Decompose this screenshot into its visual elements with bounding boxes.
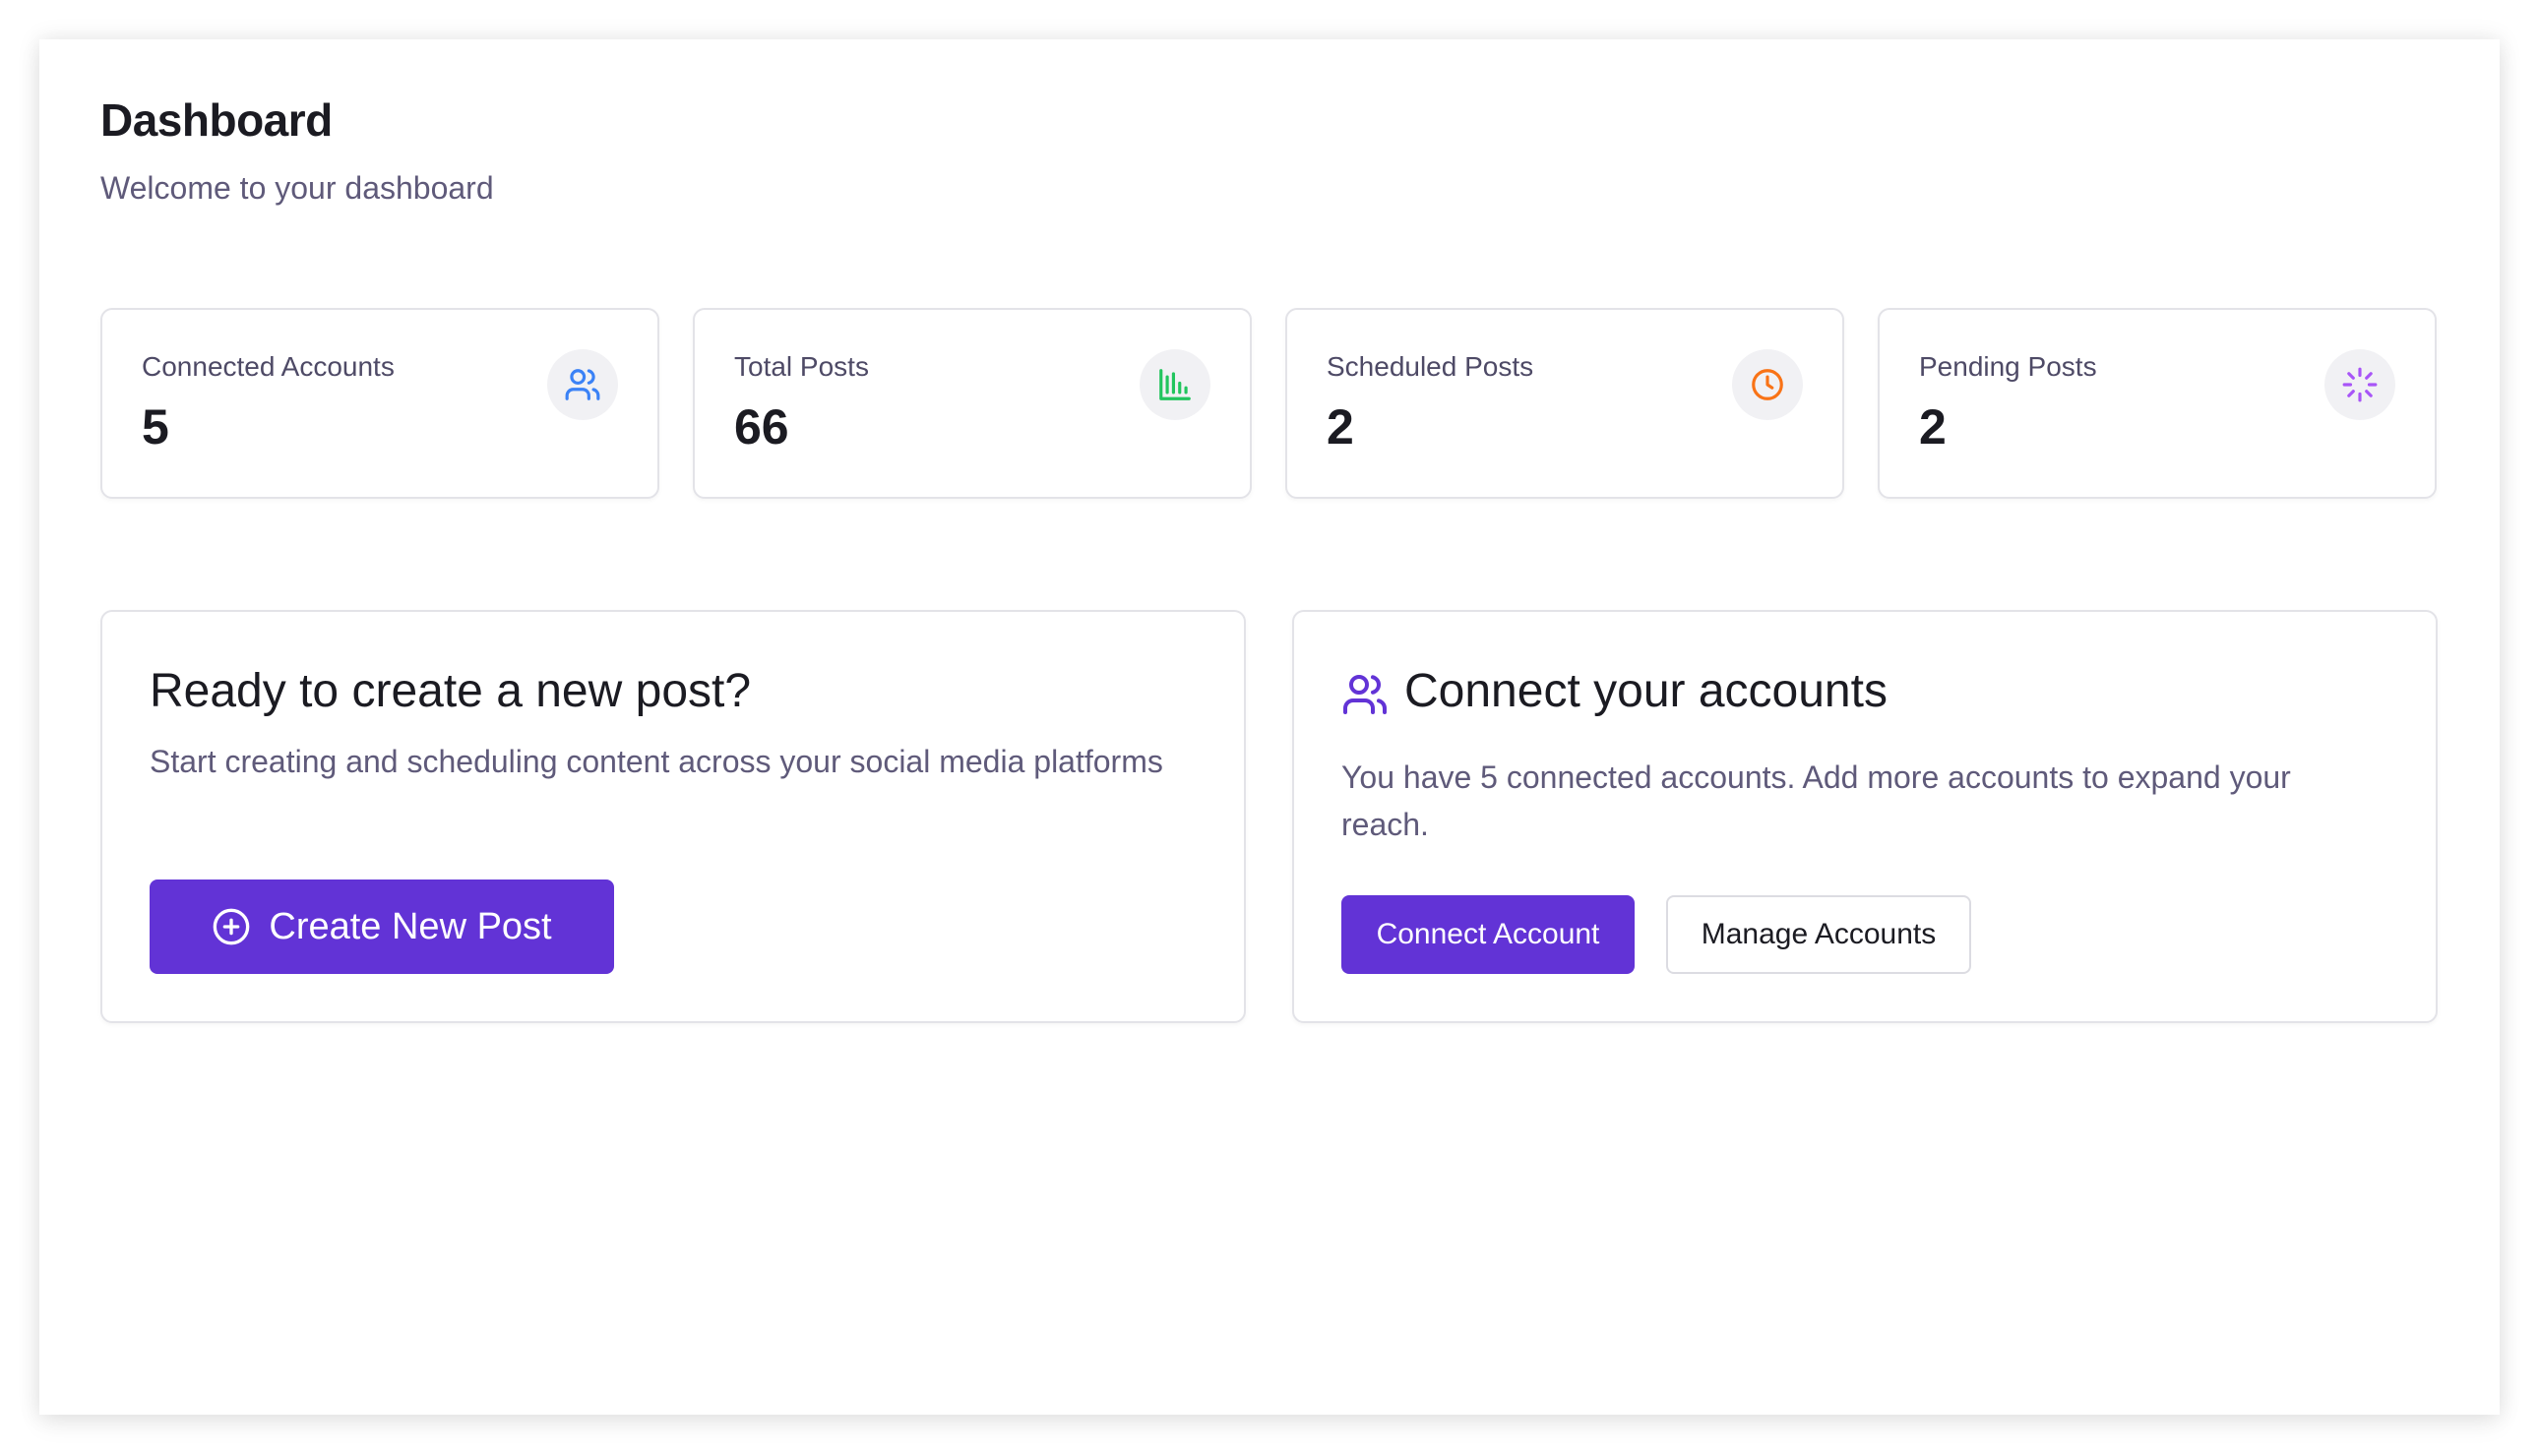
stat-card-scheduled-posts: Scheduled Posts 2 <box>1285 308 1844 499</box>
stat-label: Scheduled Posts <box>1327 351 1534 382</box>
stat-label: Pending Posts <box>1919 351 2097 382</box>
create-post-panel: Ready to create a new post? Start creati… <box>100 610 1246 1023</box>
page-title: Dashboard <box>100 94 333 146</box>
stat-card-pending-posts: Pending Posts 2 <box>1878 308 2437 499</box>
bar-chart-icon <box>1140 349 1210 420</box>
connect-accounts-title: Connect your accounts <box>1404 665 1888 717</box>
stat-value: 2 <box>1919 399 1947 455</box>
connect-accounts-panel: Connect your accounts You have 5 connect… <box>1292 610 2438 1023</box>
users-icon <box>1341 671 1389 718</box>
stat-value: 66 <box>734 399 789 455</box>
stat-card-total-posts: Total Posts 66 <box>693 308 1252 499</box>
stat-value: 2 <box>1327 399 1354 455</box>
connect-accounts-description: You have 5 connected accounts. Add more … <box>1341 759 2291 842</box>
plus-circle-icon <box>212 907 251 946</box>
create-post-title: Ready to create a new post? <box>150 665 752 717</box>
page-subtitle: Welcome to your dashboard <box>100 170 494 206</box>
loader-icon <box>2324 349 2395 420</box>
clock-icon <box>1732 349 1803 420</box>
create-new-post-label: Create New Post <box>269 905 552 947</box>
manage-accounts-button[interactable]: Manage Accounts <box>1666 895 1971 974</box>
create-post-description: Start creating and scheduling content ac… <box>150 744 1163 779</box>
stat-label: Total Posts <box>734 351 869 382</box>
stat-card-connected-accounts: Connected Accounts 5 <box>100 308 659 499</box>
connect-account-button[interactable]: Connect Account <box>1341 895 1635 974</box>
create-new-post-button[interactable]: Create New Post <box>150 880 614 974</box>
stat-value: 5 <box>142 399 169 455</box>
users-icon <box>547 349 618 420</box>
stat-label: Connected Accounts <box>142 351 395 382</box>
